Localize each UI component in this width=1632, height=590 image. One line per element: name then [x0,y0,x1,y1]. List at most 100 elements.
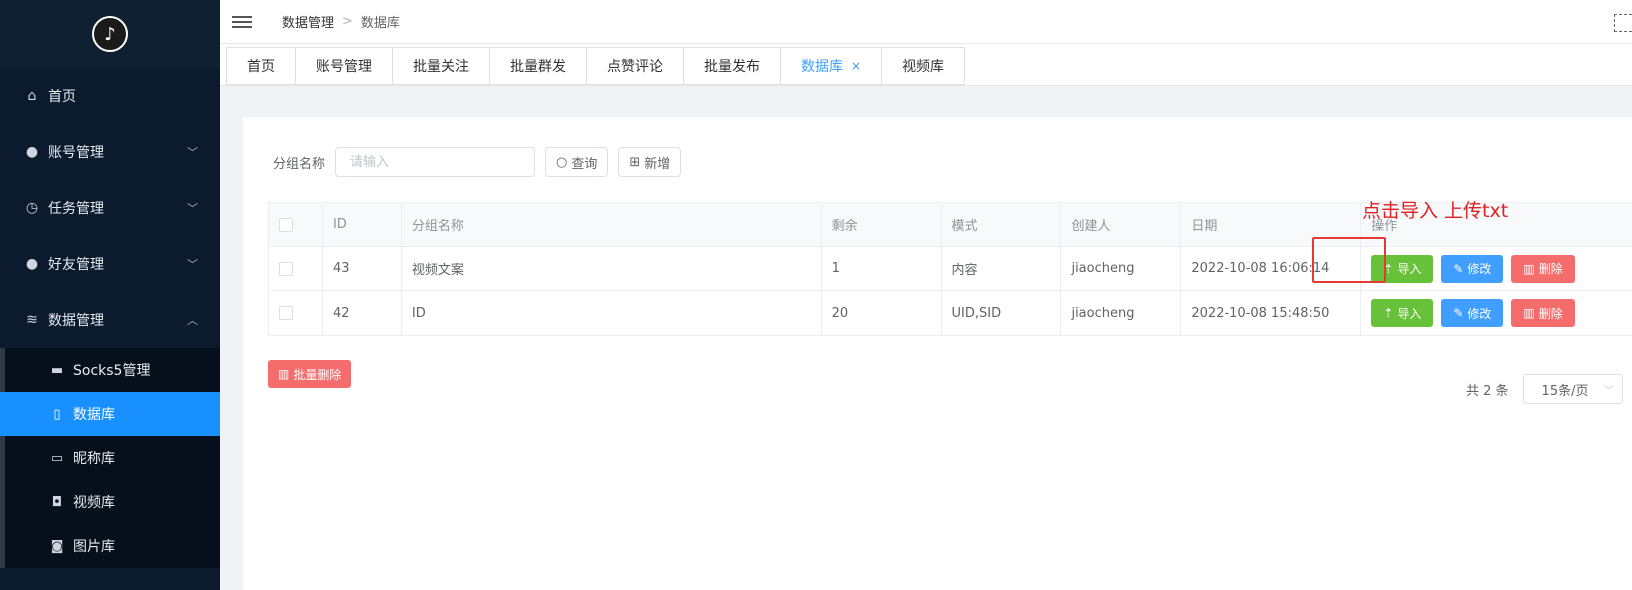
folder-add-icon: ⊞ [629,154,641,170]
edit-icon: ✎ [1453,306,1464,320]
cell-actions: ⇡ 导入 ✎ 修改 ▥ 删除 [1361,247,1632,290]
trash-icon: ▥ [1523,261,1535,276]
edit-button[interactable]: ✎ 修改 [1441,254,1504,283]
database-icon: ≋ [26,312,38,328]
chevron-down-icon: ﹀ [187,202,198,215]
sidebar-item-socks5[interactable]: ▬ Socks5管理 [5,348,220,392]
tab-label: 批量关注 [413,59,469,75]
sidebar-item-label: 昵称库 [73,451,115,467]
monitor-icon: ▬ [50,362,64,378]
tab-batch-message[interactable]: 批量群发 [489,47,586,85]
row-checkbox[interactable] [279,261,293,276]
tab-accounts[interactable]: 账号管理 [295,47,392,85]
tab-label: 数据库 [801,59,843,75]
add-button-label: 新增 [644,156,671,172]
submenu-data: ▬ Socks5管理 ▯ 数据库 ▭ 昵称库 ◘ 视频库 ◙ 图片库 [0,348,220,568]
import-button-label: 导入 [1397,306,1422,321]
sidebar-item-images[interactable]: ◙ 图片库 [5,524,220,568]
sidebar-item-home[interactable]: ⌂ 首页 [0,68,220,124]
cell-mode: 内容 [942,247,1062,290]
photo-icon: ◙ [50,538,64,554]
tab-batch-publish[interactable]: 批量发布 [683,47,780,85]
close-icon[interactable]: × [851,59,861,73]
column-header: 模式 [942,203,1062,246]
sidebar-item-label: 视频库 [73,495,115,511]
column-header: 日期 [1181,203,1362,246]
cell-creator: jiaocheng [1061,247,1182,290]
sidebar-item-data[interactable]: ≋ 数据管理 ︿ [0,292,220,348]
tab-video-library[interactable]: 视频库 [881,47,966,85]
cell-remaining: 20 [822,291,942,335]
tab-label: 批量发布 [704,59,760,75]
group-name-input[interactable] [335,147,536,177]
delete-button[interactable]: ▥ 删除 [1511,299,1575,327]
trash-icon: ▥ [1523,306,1535,320]
chevron-up-icon: ︿ [187,314,198,327]
cell-id: 42 [323,291,402,335]
sidebar-item-videos[interactable]: ◘ 视频库 [5,480,220,524]
sidebar-item-label: 数据库 [73,407,115,423]
sidebar: ♪ ⌂ 首页 ● 账号管理 ﹀ ◷ 任务管理 ﹀ ● 好友管理 ﹀ ≋ 数据管理… [0,0,220,590]
batch-delete-label: 批量删除 [293,367,342,382]
tab-database[interactable]: 数据库 × [780,47,882,85]
query-button[interactable]: ○ 查询 [545,147,609,177]
tab-label: 视频库 [902,59,945,75]
upload-icon: ⇡ [1383,306,1394,320]
sidebar-item-friends[interactable]: ● 好友管理 ﹀ [0,236,220,292]
add-button[interactable]: ⊞ 新增 [618,147,682,177]
cell-name: 视频文案 [402,247,822,290]
tags-view: 首页 账号管理 批量关注 批量群发 点赞评论 批量发布 数据库 × 视频库 [220,44,1632,86]
chevron-down-icon: ﹀ [187,258,198,271]
tab-batch-follow[interactable]: 批量关注 [392,47,489,85]
select-all-checkbox[interactable] [279,217,293,232]
column-header: 剩余 [822,203,942,246]
tab-home[interactable]: 首页 [226,47,295,85]
cell-name: ID [402,291,822,335]
sidebar-item-label: Socks5管理 [73,363,151,379]
delete-button-label: 删除 [1538,306,1563,321]
logo-bar: ♪ [0,0,220,68]
page-size-value: 15条/页 [1541,383,1589,399]
cell-id: 43 [323,247,402,290]
breadcrumb-item[interactable]: 数据管理 [282,12,334,31]
tab-like-comment[interactable]: 点赞评论 [586,47,683,85]
tab-label: 账号管理 [316,59,372,75]
edit-button-label: 修改 [1467,306,1492,321]
table-row: 42 ID 20 UID,SID jiaocheng 2022-10-08 15… [269,291,1632,335]
import-button[interactable]: ⇡ 导入 [1371,254,1434,283]
chevron-down-icon: ﹀ [187,146,198,159]
delete-button[interactable]: ▥ 删除 [1511,254,1575,283]
sidebar-item-label: 图片库 [73,539,115,555]
delete-button-label: 删除 [1538,262,1563,276]
sidebar-item-nicknames[interactable]: ▭ 昵称库 [5,436,220,480]
import-button[interactable]: ⇡ 导入 [1371,299,1434,327]
table-row: 43 视频文案 1 内容 jiaocheng 2022-10-08 16:06:… [269,247,1632,291]
edit-button[interactable]: ✎ 修改 [1441,299,1504,327]
tiktok-logo-icon[interactable]: ♪ [92,16,128,52]
search-label: 分组名称 [273,156,326,172]
cell-remaining: 1 [822,247,942,290]
page-size-select[interactable]: 15条/页 ﹀ [1522,374,1623,404]
search-form: 分组名称 ○ 查询 ⊞ 新增 [273,147,682,177]
breadcrumb-item-current: 数据库 [360,16,400,31]
row-checkbox[interactable] [279,306,293,320]
cell-date: 2022-10-08 16:06:14 [1181,247,1362,290]
edit-icon: ✎ [1453,261,1464,276]
user-icon: ● [25,256,39,272]
sidebar-item-accounts[interactable]: ● 账号管理 ﹀ [0,124,220,180]
fullscreen-icon[interactable] [1614,14,1632,32]
batch-delete-button[interactable]: ▥ 批量删除 [268,360,352,388]
sidebar-item-label: 首页 [48,89,76,105]
sidebar-item-database[interactable]: ▯ 数据库 [0,392,220,436]
pagination: 共 2 条 15条/页 ﹀ [1466,374,1623,404]
box-icon: ▭ [50,450,64,466]
menu-toggle-icon[interactable] [232,15,252,28]
tab-label: 批量群发 [510,59,566,75]
camera-icon: ◘ [51,494,63,510]
cell-creator: jiaocheng [1061,291,1182,335]
tab-label: 首页 [247,59,275,75]
timer-icon: ◷ [25,200,39,216]
user-icon: ● [25,144,39,160]
sidebar-item-tasks[interactable]: ◷ 任务管理 ﹀ [0,180,220,236]
cell-actions: ⇡ 导入 ✎ 修改 ▥ 删除 [1361,291,1632,335]
